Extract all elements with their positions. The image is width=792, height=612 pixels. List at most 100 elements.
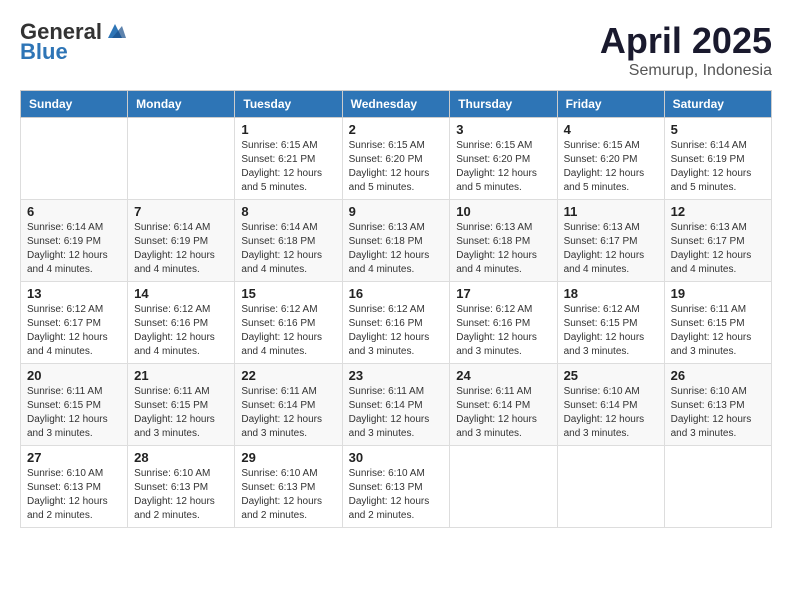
calendar-cell: 27 Sunrise: 6:10 AM Sunset: 6:13 PM Dayli… (21, 446, 128, 528)
calendar-cell: 23 Sunrise: 6:11 AM Sunset: 6:14 PM Dayli… (342, 364, 450, 446)
day-info: Sunrise: 6:14 AM Sunset: 6:19 PM Dayligh… (27, 221, 121, 277)
day-number: 30 (349, 450, 444, 465)
day-number: 16 (349, 286, 444, 301)
calendar-week-1: 1Sunrise: 6:15 AM Sunset: 6:21 PM Daylig… (21, 118, 772, 200)
day-number: 19 (671, 286, 765, 301)
calendar-cell: 16 Sunrise: 6:12 AM Sunset: 6:16 PM Dayli… (342, 282, 450, 364)
day-number: 9 (349, 204, 444, 219)
day-number: 25 (564, 368, 658, 383)
day-number: 13 (27, 286, 121, 301)
calendar-cell: 15 Sunrise: 6:12 AM Sunset: 6:16 PM Dayli… (235, 282, 342, 364)
calendar-cell: 2 Sunrise: 6:15 AM Sunset: 6:20 PM Daylig… (342, 118, 450, 200)
title-area: April 2025 Semurup, Indonesia (600, 20, 772, 80)
day-number: 2 (349, 122, 444, 137)
calendar-cell: 30 Sunrise: 6:10 AM Sunset: 6:13 PM Dayli… (342, 446, 450, 528)
day-number: 24 (456, 368, 550, 383)
day-number: 11 (564, 204, 658, 219)
day-info: Sunrise: 6:10 AM Sunset: 6:13 PM Dayligh… (349, 467, 444, 523)
day-number: 4 (564, 122, 658, 137)
day-number: 23 (349, 368, 444, 383)
day-info: Sunrise: 6:12 AM Sunset: 6:17 PM Dayligh… (27, 303, 121, 359)
column-header-monday: Monday (128, 91, 235, 118)
day-info: Sunrise: 6:10 AM Sunset: 6:13 PM Dayligh… (134, 467, 228, 523)
calendar-body: 1Sunrise: 6:15 AM Sunset: 6:21 PM Daylig… (21, 118, 772, 528)
day-info: Sunrise: 6:11 AM Sunset: 6:14 PM Dayligh… (349, 385, 444, 441)
calendar-cell: 4Sunrise: 6:15 AM Sunset: 6:20 PM Daylig… (557, 118, 664, 200)
column-header-wednesday: Wednesday (342, 91, 450, 118)
calendar-week-3: 13 Sunrise: 6:12 AM Sunset: 6:17 PM Dayli… (21, 282, 772, 364)
day-number: 8 (241, 204, 335, 219)
calendar-cell: 29 Sunrise: 6:10 AM Sunset: 6:13 PM Dayli… (235, 446, 342, 528)
day-info: Sunrise: 6:11 AM Sunset: 6:15 PM Dayligh… (671, 303, 765, 359)
calendar-cell: 26Sunrise: 6:10 AM Sunset: 6:13 PM Dayli… (664, 364, 771, 446)
calendar-cell: 11 Sunrise: 6:13 AM Sunset: 6:17 PM Dayli… (557, 200, 664, 282)
calendar-cell: 20 Sunrise: 6:11 AM Sunset: 6:15 PM Dayli… (21, 364, 128, 446)
column-header-thursday: Thursday (450, 91, 557, 118)
day-number: 1 (241, 122, 335, 137)
day-info: Sunrise: 6:10 AM Sunset: 6:13 PM Dayligh… (241, 467, 335, 523)
day-number: 21 (134, 368, 228, 383)
day-number: 22 (241, 368, 335, 383)
calendar-cell (450, 446, 557, 528)
day-info: Sunrise: 6:12 AM Sunset: 6:15 PM Dayligh… (564, 303, 658, 359)
day-number: 20 (27, 368, 121, 383)
day-info: Sunrise: 6:13 AM Sunset: 6:18 PM Dayligh… (456, 221, 550, 277)
calendar-cell: 22 Sunrise: 6:11 AM Sunset: 6:14 PM Dayli… (235, 364, 342, 446)
calendar-cell: 14Sunrise: 6:12 AM Sunset: 6:16 PM Dayli… (128, 282, 235, 364)
calendar-cell: 10 Sunrise: 6:13 AM Sunset: 6:18 PM Dayli… (450, 200, 557, 282)
day-number: 28 (134, 450, 228, 465)
day-number: 14 (134, 286, 228, 301)
day-number: 6 (27, 204, 121, 219)
day-number: 12 (671, 204, 765, 219)
calendar-week-2: 6 Sunrise: 6:14 AM Sunset: 6:19 PM Daylig… (21, 200, 772, 282)
day-info: Sunrise: 6:11 AM Sunset: 6:15 PM Dayligh… (134, 385, 228, 441)
calendar-cell: 9 Sunrise: 6:13 AM Sunset: 6:18 PM Daylig… (342, 200, 450, 282)
day-info: Sunrise: 6:15 AM Sunset: 6:20 PM Dayligh… (349, 139, 444, 195)
calendar-cell: 17 Sunrise: 6:12 AM Sunset: 6:16 PM Dayli… (450, 282, 557, 364)
day-info: Sunrise: 6:15 AM Sunset: 6:20 PM Dayligh… (456, 139, 550, 195)
calendar-header-row: SundayMondayTuesdayWednesdayThursdayFrid… (21, 91, 772, 118)
calendar-cell (664, 446, 771, 528)
column-header-tuesday: Tuesday (235, 91, 342, 118)
month-title: April 2025 (600, 20, 772, 62)
calendar-cell: 24 Sunrise: 6:11 AM Sunset: 6:14 PM Dayli… (450, 364, 557, 446)
calendar-cell: 3Sunrise: 6:15 AM Sunset: 6:20 PM Daylig… (450, 118, 557, 200)
day-info: Sunrise: 6:10 AM Sunset: 6:14 PM Dayligh… (564, 385, 658, 441)
calendar-cell: 18Sunrise: 6:12 AM Sunset: 6:15 PM Dayli… (557, 282, 664, 364)
day-info: Sunrise: 6:12 AM Sunset: 6:16 PM Dayligh… (456, 303, 550, 359)
calendar-cell: 7 Sunrise: 6:14 AM Sunset: 6:19 PM Daylig… (128, 200, 235, 282)
day-info: Sunrise: 6:14 AM Sunset: 6:19 PM Dayligh… (134, 221, 228, 277)
day-info: Sunrise: 6:12 AM Sunset: 6:16 PM Dayligh… (241, 303, 335, 359)
day-number: 5 (671, 122, 765, 137)
day-info: Sunrise: 6:10 AM Sunset: 6:13 PM Dayligh… (27, 467, 121, 523)
calendar-cell: 12 Sunrise: 6:13 AM Sunset: 6:17 PM Dayli… (664, 200, 771, 282)
day-number: 27 (27, 450, 121, 465)
day-info: Sunrise: 6:10 AM Sunset: 6:13 PM Dayligh… (671, 385, 765, 441)
calendar-cell: 8Sunrise: 6:14 AM Sunset: 6:18 PM Daylig… (235, 200, 342, 282)
calendar-cell (21, 118, 128, 200)
calendar-cell: 5Sunrise: 6:14 AM Sunset: 6:19 PM Daylig… (664, 118, 771, 200)
logo-icon (104, 22, 126, 42)
column-header-sunday: Sunday (21, 91, 128, 118)
day-info: Sunrise: 6:11 AM Sunset: 6:15 PM Dayligh… (27, 385, 121, 441)
calendar-cell: 13 Sunrise: 6:12 AM Sunset: 6:17 PM Dayli… (21, 282, 128, 364)
day-info: Sunrise: 6:13 AM Sunset: 6:17 PM Dayligh… (564, 221, 658, 277)
calendar-cell: 25 Sunrise: 6:10 AM Sunset: 6:14 PM Dayli… (557, 364, 664, 446)
calendar-cell: 6 Sunrise: 6:14 AM Sunset: 6:19 PM Daylig… (21, 200, 128, 282)
logo-blue-text: Blue (20, 40, 126, 64)
column-header-saturday: Saturday (664, 91, 771, 118)
day-number: 15 (241, 286, 335, 301)
calendar-week-5: 27 Sunrise: 6:10 AM Sunset: 6:13 PM Dayli… (21, 446, 772, 528)
day-info: Sunrise: 6:12 AM Sunset: 6:16 PM Dayligh… (349, 303, 444, 359)
calendar-cell (557, 446, 664, 528)
calendar-cell: 21 Sunrise: 6:11 AM Sunset: 6:15 PM Dayli… (128, 364, 235, 446)
day-info: Sunrise: 6:13 AM Sunset: 6:17 PM Dayligh… (671, 221, 765, 277)
day-info: Sunrise: 6:13 AM Sunset: 6:18 PM Dayligh… (349, 221, 444, 277)
day-number: 7 (134, 204, 228, 219)
day-info: Sunrise: 6:11 AM Sunset: 6:14 PM Dayligh… (456, 385, 550, 441)
day-info: Sunrise: 6:11 AM Sunset: 6:14 PM Dayligh… (241, 385, 335, 441)
day-number: 29 (241, 450, 335, 465)
day-number: 17 (456, 286, 550, 301)
calendar-header: General Blue April 2025 Semurup, Indones… (20, 20, 772, 80)
day-number: 10 (456, 204, 550, 219)
